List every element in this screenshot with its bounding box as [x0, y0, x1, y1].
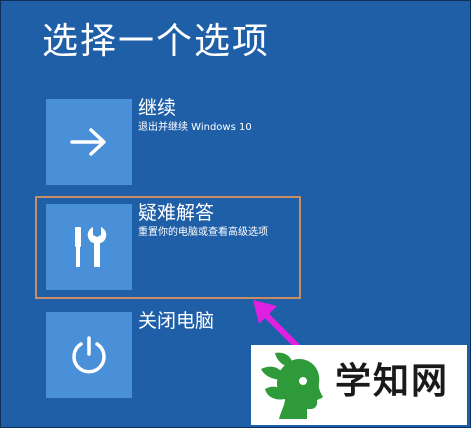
option-shutdown-tile[interactable] [46, 312, 132, 398]
option-shutdown-title: 关闭电脑 [138, 310, 215, 332]
highlight-box [35, 196, 301, 299]
watermark-text: 学知网 [335, 361, 450, 402]
power-icon [72, 336, 106, 374]
option-continue[interactable]: 继续 退出并继续 Windows 10 [46, 97, 406, 187]
page-title: 选择一个选项 [42, 21, 271, 62]
arrow-right-icon [70, 128, 106, 156]
watermark-logo-icon [261, 352, 323, 419]
option-continue-tile[interactable] [46, 99, 132, 185]
option-continue-subtitle: 退出并继续 Windows 10 [138, 122, 252, 133]
option-continue-title: 继续 [138, 97, 177, 119]
watermark: 学知网 [251, 345, 467, 425]
